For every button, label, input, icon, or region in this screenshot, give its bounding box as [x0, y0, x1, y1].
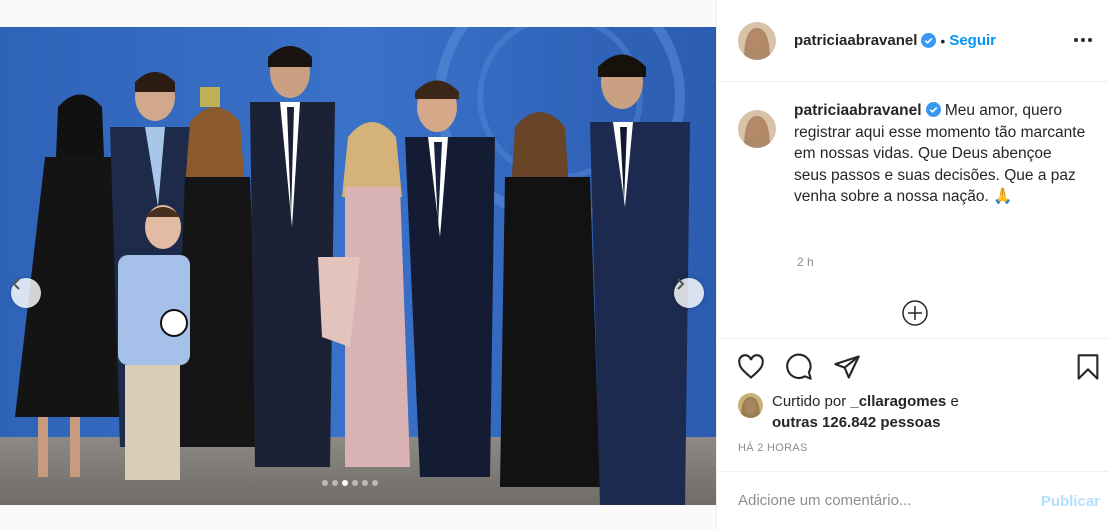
comment-input[interactable] [738, 492, 1008, 509]
carousel-indicator [322, 480, 378, 486]
carousel-dot [352, 480, 358, 486]
chevron-right-icon [677, 278, 685, 290]
header-separator: • [940, 32, 946, 49]
save-button[interactable] [1074, 353, 1102, 381]
heart-icon [738, 354, 764, 379]
profile-picture-icon [738, 393, 763, 418]
chevron-left-icon [12, 278, 20, 290]
liker-avatar[interactable] [738, 393, 763, 418]
likes-count-link[interactable]: outras 126.842 pessoas [772, 414, 940, 431]
likes-text: Curtido por _cllaragomes e outras 126.84… [772, 391, 959, 433]
likes-summary: Curtido por _cllaragomes e outras 126.84… [738, 391, 959, 433]
post-side-panel: patriciaabravanel • Seguir patriciaabrav… [716, 0, 1109, 530]
profile-picture-icon [738, 21, 776, 60]
like-button[interactable] [737, 353, 765, 381]
bookmark-icon [1077, 354, 1099, 380]
more-horizontal-icon [1074, 38, 1092, 42]
caption-time[interactable]: 2 h [797, 255, 814, 269]
verified-badge-icon [925, 102, 941, 117]
post-photo[interactable] [0, 27, 716, 505]
carousel-dot-active [342, 480, 348, 486]
carousel-dot [322, 480, 328, 486]
comment-button[interactable] [785, 353, 813, 381]
more-options-button[interactable] [1071, 28, 1095, 52]
verified-badge-icon [921, 33, 937, 48]
carousel-dot [332, 480, 338, 486]
action-bar [717, 338, 1109, 398]
carousel-dot [372, 480, 378, 486]
publish-comment-button[interactable]: Publicar [1041, 493, 1100, 510]
carousel-prev-button[interactable] [11, 278, 41, 308]
carousel-dot [362, 480, 368, 486]
caption-username[interactable]: patriciaabravanel [794, 102, 922, 119]
liked-by-joiner: e [950, 393, 959, 410]
caption-author-avatar[interactable] [738, 110, 776, 148]
load-more-comments-button[interactable] [901, 299, 929, 327]
post-media-area [0, 0, 716, 530]
plus-circle-icon [902, 300, 928, 326]
paper-plane-icon [834, 355, 860, 379]
carousel-next-button[interactable] [674, 278, 704, 308]
liker-username[interactable]: _cllaragomes [850, 393, 946, 410]
caption-text: patriciaabravanel Meu amor, quero regist… [794, 100, 1086, 208]
group-photo-image [0, 27, 716, 505]
post-header: patriciaabravanel • Seguir [717, 0, 1109, 82]
profile-picture-icon [738, 110, 776, 148]
author-avatar[interactable] [738, 21, 776, 60]
follow-button[interactable]: Seguir [949, 32, 996, 49]
liked-by-prefix: Curtido por [772, 393, 847, 410]
comment-bubble-icon [786, 353, 812, 380]
share-button[interactable] [833, 353, 861, 381]
author-username[interactable]: patriciaabravanel [794, 32, 917, 49]
post-timestamp[interactable]: HÁ 2 HORAS [738, 442, 808, 454]
caption-block: patriciaabravanel Meu amor, quero regist… [738, 100, 1097, 208]
comment-form: Publicar [717, 471, 1109, 530]
